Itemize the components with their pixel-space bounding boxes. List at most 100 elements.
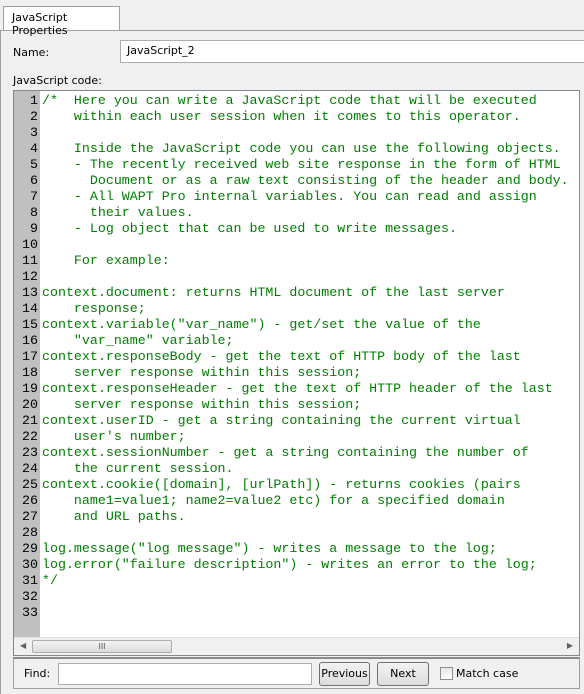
code-line: 4 Inside the JavaScript code you can use…: [14, 141, 561, 157]
code-line: 5 - The recently received web site respo…: [14, 157, 561, 173]
code-line: 33: [14, 605, 38, 621]
code-text: within each user session when it comes t…: [42, 109, 521, 124]
match-case-label[interactable]: Match case: [456, 667, 518, 680]
line-number: 19: [22, 381, 38, 396]
line-number: 21: [22, 413, 38, 428]
line-number: 11: [22, 253, 38, 268]
find-bar: Find: Previous Next Match case: [13, 657, 580, 689]
code-text: user's number;: [42, 429, 186, 444]
line-number: 2: [30, 109, 38, 124]
find-label: Find:: [24, 667, 51, 680]
code-line: 31 */: [14, 573, 58, 589]
scroll-right-icon[interactable]: ▶: [567, 641, 573, 650]
code-text: and URL paths.: [42, 509, 186, 524]
code-line: 11 For example:: [14, 253, 170, 269]
code-text: - Log object that can be used to write m…: [42, 221, 457, 236]
scroll-left-icon[interactable]: ◀: [20, 641, 26, 650]
tab-strip: JavaScript Properties: [0, 0, 584, 37]
line-number: 14: [22, 301, 38, 316]
code-text: context.cookie([domain], [urlPath]) - re…: [42, 477, 521, 492]
code-line: 12: [14, 269, 38, 285]
code-line: 3: [14, 125, 38, 141]
line-number: 9: [30, 221, 38, 236]
code-line: 24 the current session.: [14, 461, 233, 477]
code-line: 29 log.message("log message") - writes a …: [14, 541, 497, 557]
code-text: server response within this session;: [42, 397, 362, 412]
line-number: 16: [22, 333, 38, 348]
line-number: 20: [22, 397, 38, 412]
line-number: 18: [22, 365, 38, 380]
code-line: 22 user's number;: [14, 429, 186, 445]
code-line: 23 context.sessionNumber - get a string c…: [14, 445, 529, 461]
next-button[interactable]: Next: [377, 662, 429, 686]
name-input[interactable]: JavaScript_2: [120, 40, 584, 63]
name-label: Name:: [13, 46, 50, 59]
line-number: 6: [30, 173, 38, 188]
code-text: */: [42, 573, 58, 588]
code-line: 19 context.responseHeader - get the text …: [14, 381, 553, 397]
previous-button[interactable]: Previous: [319, 662, 370, 686]
match-case-checkbox[interactable]: [440, 667, 453, 680]
code-line: 16 "var_name" variable;: [14, 333, 233, 349]
line-number: 1: [30, 93, 38, 108]
code-text: Inside the JavaScript code you can use t…: [42, 141, 561, 156]
line-number: 29: [22, 541, 38, 556]
find-input[interactable]: [58, 663, 312, 685]
code-line: 9 - Log object that can be used to write…: [14, 221, 457, 237]
line-number: 32: [22, 589, 38, 604]
line-number: 12: [22, 269, 38, 284]
code-text: Document or as a raw text consisting of …: [42, 173, 569, 188]
code-line: 20 server response within this session;: [14, 397, 361, 413]
line-number: 10: [22, 237, 38, 252]
line-number: 24: [22, 461, 38, 476]
horizontal-scrollbar[interactable]: ◀ III ▶: [14, 637, 579, 655]
code-line: 26 name1=value1; name2=value2 etc) for a…: [14, 493, 505, 509]
code-text: - All WAPT Pro internal variables. You c…: [42, 189, 537, 204]
code-text: - The recently received web site respons…: [42, 157, 561, 172]
code-text: For example:: [42, 253, 170, 268]
code-line: 28: [14, 525, 38, 541]
code-line: 1 /* Here you can write a JavaScript code…: [14, 93, 537, 109]
line-number: 30: [22, 557, 38, 572]
code-text: context.document: returns HTML document …: [42, 285, 505, 300]
code-line: 13 context.document: returns HTML documen…: [14, 285, 505, 301]
line-number: 4: [30, 141, 38, 156]
line-number: 28: [22, 525, 38, 540]
line-number: 3: [30, 125, 38, 140]
code-line: 17 context.responseBody - get the text of…: [14, 349, 521, 365]
code-line: 6 Document or as a raw text consisting o…: [14, 173, 569, 189]
code-text: their values.: [42, 205, 194, 220]
code-text: context.sessionNumber - get a string con…: [42, 445, 529, 460]
line-number: 27: [22, 509, 38, 524]
line-number: 8: [30, 205, 38, 220]
code-line: 32: [14, 589, 38, 605]
code-text: name1=value1; name2=value2 etc) for a sp…: [42, 493, 505, 508]
code-text: log.message("log message") - writes a me…: [42, 541, 497, 556]
code-line: 25 context.cookie([domain], [urlPath]) - …: [14, 477, 521, 493]
tab-javascript-properties[interactable]: JavaScript Properties: [3, 6, 120, 37]
code-line: 21 context.userID - get a string containi…: [14, 413, 521, 429]
code-line: 7 - All WAPT Pro internal variables. You…: [14, 189, 537, 205]
code-line: 10: [14, 237, 38, 253]
code-lines: 1 /* Here you can write a JavaScript code…: [14, 93, 569, 621]
code-line: 15 context.variable("var_name") - get/set…: [14, 317, 481, 333]
line-number: 15: [22, 317, 38, 332]
code-text: /* Here you can write a JavaScript code …: [42, 93, 537, 108]
code-line: 18 server response within this session;: [14, 365, 361, 381]
code-text: server response within this session;: [42, 365, 362, 380]
code-text: context.responseHeader - get the text of…: [42, 381, 553, 396]
code-line: 30 log.error("failure description") - wri…: [14, 557, 537, 573]
line-number: 13: [22, 285, 38, 300]
code-text: response;: [42, 301, 146, 316]
line-number: 17: [22, 349, 38, 364]
code-editor[interactable]: 1 /* Here you can write a JavaScript code…: [13, 90, 580, 656]
code-label: JavaScript code:: [13, 74, 102, 87]
scrollbar-thumb[interactable]: III: [32, 640, 172, 653]
code-text: context.userID - get a string containing…: [42, 413, 521, 428]
line-number: 7: [30, 189, 38, 204]
line-number: 26: [22, 493, 38, 508]
line-number: 5: [30, 157, 38, 172]
code-line: 2 within each user session when it comes…: [14, 109, 521, 125]
line-number: 22: [22, 429, 38, 444]
line-number: 33: [22, 605, 38, 620]
